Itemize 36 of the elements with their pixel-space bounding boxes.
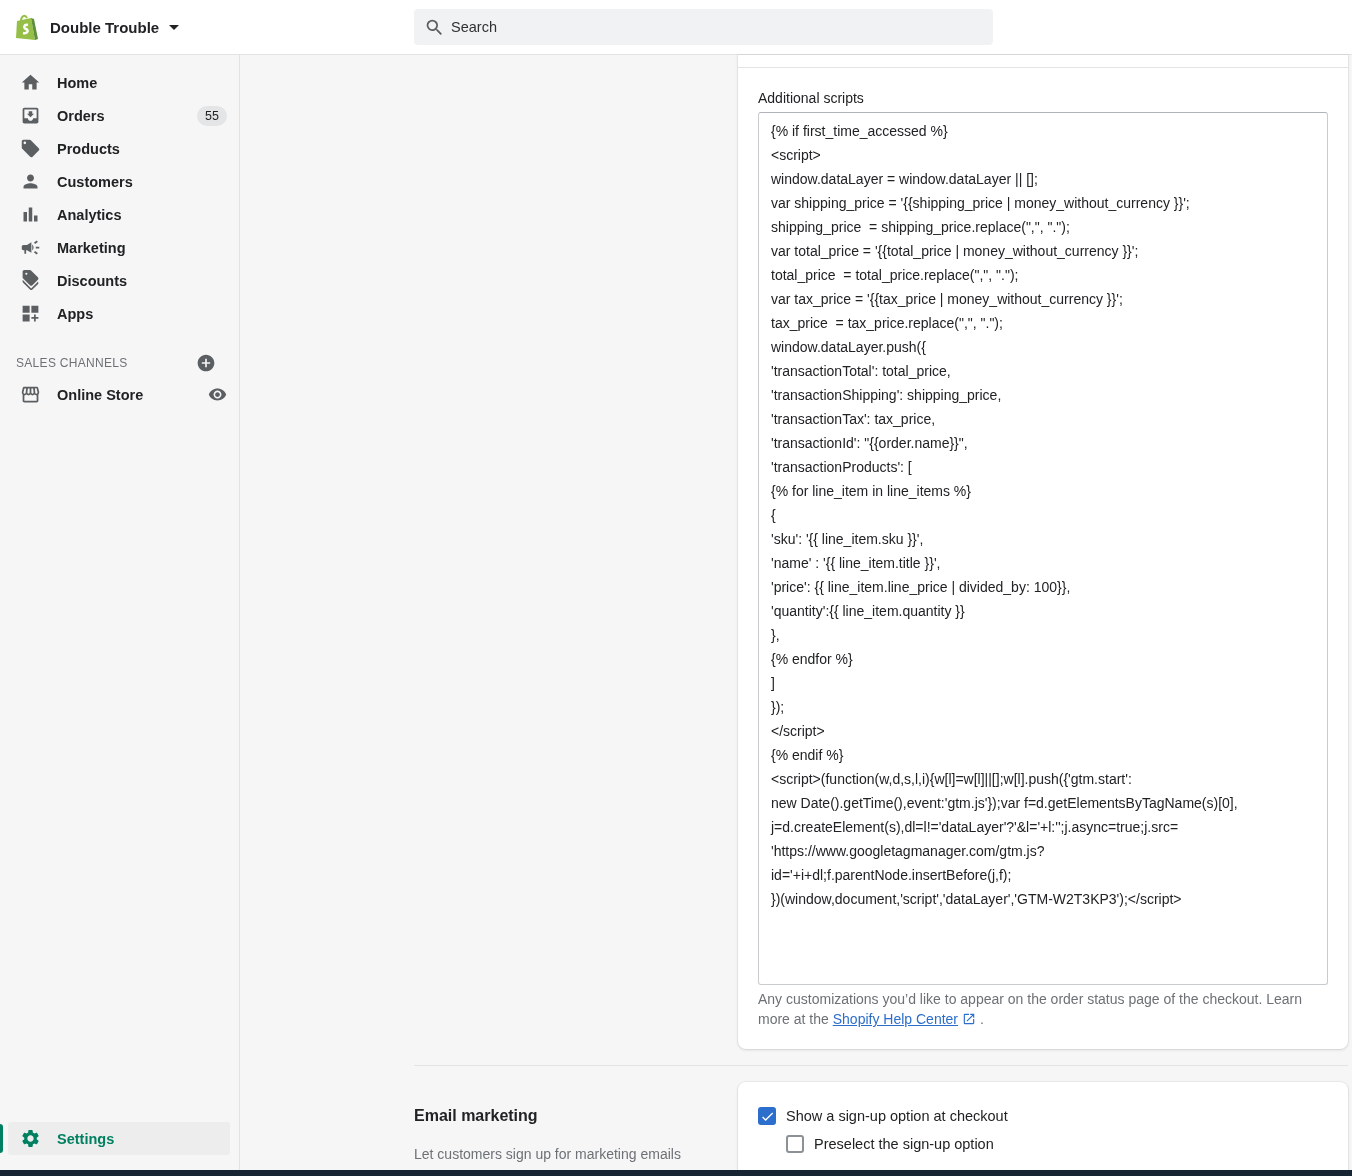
nav-item[interactable]: Analytics [8, 198, 230, 231]
selection-bar [0, 1124, 3, 1153]
settings-icon [20, 1128, 41, 1149]
checkbox[interactable] [758, 1107, 776, 1125]
inbox-icon [20, 105, 41, 126]
nav-item[interactable]: Customers [8, 165, 230, 198]
add-icon[interactable] [196, 353, 216, 373]
nav-item[interactable]: Marketing [8, 231, 230, 264]
field-label: Additional scripts [758, 89, 865, 108]
shopping-bag-logo [14, 13, 38, 41]
help-text: Any customizations you’d like to appear on the order status page of the checkout. Learn more at the Shopify Help Center . [758, 990, 1303, 1029]
house-icon [20, 72, 41, 93]
storefront-icon [20, 384, 41, 405]
section-description: Let customers sign up for marketing emails [414, 1145, 682, 1164]
store-switcher[interactable]: Double Trouble [50, 18, 180, 36]
help-center-link[interactable]: Shopify Help Center [832, 1011, 958, 1027]
discount-icon [20, 270, 41, 291]
nav-item[interactable]: Orders 55 [8, 99, 230, 132]
external-link-icon [962, 1012, 976, 1026]
nav-item[interactable]: Apps [8, 297, 230, 330]
apps-icon [20, 303, 41, 324]
section-title: Email marketing [414, 1106, 539, 1126]
search-icon [424, 17, 445, 38]
nav-item[interactable]: Online Store [8, 378, 230, 411]
nav-item[interactable]: Discounts [8, 264, 230, 297]
checkbox-option[interactable]: Show a sign-up option at checkout [758, 1102, 1328, 1130]
checkbox-option[interactable]: Preselect the sign-up option [758, 1130, 1328, 1158]
tag-icon [20, 138, 41, 159]
nav-item[interactable]: Home [8, 66, 230, 99]
count-badge: 55 [197, 105, 227, 126]
checkbox[interactable] [786, 1135, 804, 1153]
nav-item[interactable]: Products [8, 132, 230, 165]
script-field[interactable]: {% if first_time_accessed %} <script> window.dataLayer = window.dataLayer || []; var shipping_price = '{{shipping_price | money_without_currency }}'; shipping_price = shipping_price.replace(",", "."); var total_price = '{{total_price | money_without_currency }}'; total_price = total_price.replace(",", "."); var tax_price = '{{tax_price | money_without_currency }}'; tax_price = tax_price.replace(",", "."); window.dataLayer.push({ 'transactionTotal': total_price, 'transactionShipping': shipping_price, 'transactionTax': tax_price, 'transactionId': "{{order.name}}", 'transactionProducts': [ {% for line_item in line_items %} { 'sku': '{{ line_item.sku }}', 'name' : '{{ line_item.title }}', 'price': {{ line_item.line_price | divided_by: 100}}, 'quantity':{{ line_item.quantity }} }, {% endfor %} ] }); </script> {% endif %} <script>(function(w,d,s,l,i){w[l]=w[l]||[];w[l].push({'gtm.start': new Date().getTime(),event:'gtm.js'});var f=d.getElementsByTagName(s)[0], j=d.createElement(s),dl=l!='dataLayer'?'&l='+l:'';j.async=true;j.src= 'https://www.googletagmanager.com/gtm.js? id='+i+dl;f.parentNode.insertBefore(j,f); })(window,document,'script','dataLayer','GTM-W2T3KP3');</script> [758, 112, 1328, 985]
section-heading: SALES CHANNELS [16, 356, 128, 370]
caret-icon [169, 24, 180, 30]
search-field[interactable]: Search [414, 9, 993, 45]
